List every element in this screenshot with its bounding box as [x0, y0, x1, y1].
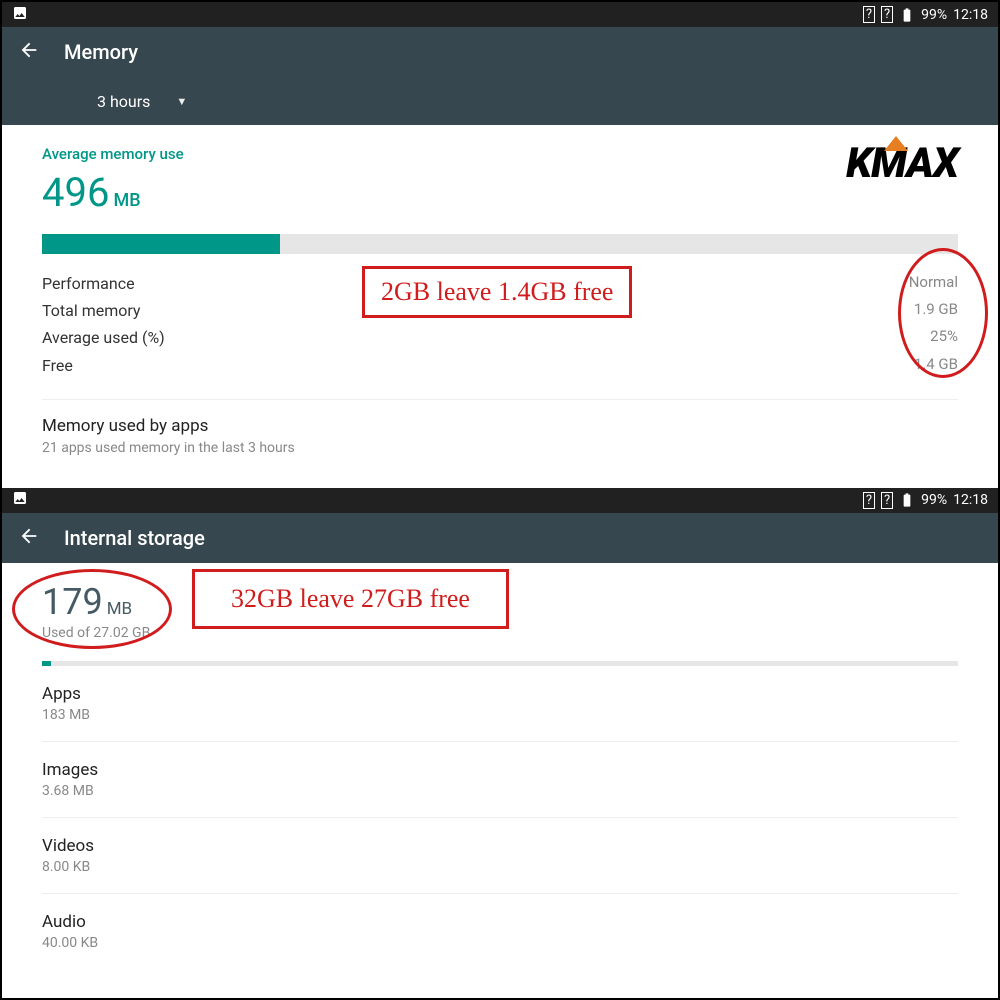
- memory-screenshot: ? ? 99% 12:18 Memory 3 hours ▼ KMAX Aver…: [2, 2, 998, 480]
- memory-stats: 2GB leave 1.4GB free PerformanceNormal T…: [42, 270, 958, 400]
- back-button[interactable]: [18, 525, 40, 551]
- storage-item-images[interactable]: Images 3.68 MB: [42, 742, 958, 818]
- annotation-circle-memory: [898, 248, 988, 378]
- storage-item-videos[interactable]: Videos 8.00 KB: [42, 818, 958, 894]
- stat-avg-used: Average used (%)25%: [42, 324, 958, 351]
- clock-time: 12:18: [953, 7, 988, 23]
- storage-item-apps[interactable]: Apps 183 MB: [42, 666, 958, 742]
- memory-progress-bar: [42, 234, 958, 254]
- storage-header: 32GB leave 27GB free 179MB Used of 27.02…: [2, 563, 998, 641]
- image-icon: [12, 490, 28, 510]
- storage-item-audio[interactable]: Audio 40.00 KB: [42, 894, 958, 969]
- clock-time: 12:18: [953, 492, 988, 508]
- logo-triangle-icon: [884, 136, 908, 151]
- avg-memory-value: 496MB: [42, 169, 958, 216]
- period-label: 3 hours: [97, 92, 150, 111]
- status-bar: ? ? 99% 12:18: [2, 488, 998, 513]
- memory-progress-fill: [42, 234, 280, 254]
- battery-icon: [899, 492, 915, 508]
- storage-list: Apps 183 MB Images 3.68 MB Videos 8.00 K…: [42, 666, 958, 969]
- storage-progress-bar: [42, 661, 958, 666]
- battery-icon: [899, 7, 915, 23]
- storage-progress-fill: [42, 661, 51, 666]
- battery-percentage: 99%: [921, 492, 947, 508]
- storage-screenshot: ? ? 99% 12:18 Internal storage 32GB leav…: [2, 488, 998, 969]
- annotation-memory: 2GB leave 1.4GB free: [362, 266, 632, 318]
- back-button[interactable]: [18, 39, 40, 65]
- period-dropdown[interactable]: 3 hours ▼: [2, 77, 998, 125]
- page-title: Internal storage: [64, 526, 205, 550]
- notification-icon: ?: [881, 492, 893, 509]
- app-bar: Internal storage: [2, 513, 998, 563]
- image-icon: [12, 5, 28, 25]
- chevron-down-icon: ▼: [176, 95, 187, 108]
- annotation-storage: 32GB leave 27GB free: [192, 569, 509, 629]
- avg-memory-label: Average memory use: [42, 145, 958, 163]
- stat-free: Free1.4 GB: [42, 352, 958, 379]
- notification-icon: ?: [863, 492, 875, 509]
- page-title: Memory: [64, 40, 138, 64]
- apps-used-title: Memory used by apps: [42, 416, 958, 436]
- notification-icon: ?: [863, 6, 875, 23]
- kmax-logo: KMAX: [846, 139, 958, 188]
- battery-percentage: 99%: [921, 7, 947, 23]
- notification-icon: ?: [881, 6, 893, 23]
- memory-used-by-apps[interactable]: Memory used by apps 21 apps used memory …: [42, 400, 958, 480]
- apps-used-subtitle: 21 apps used memory in the last 3 hours: [42, 440, 958, 456]
- app-bar: Memory: [2, 27, 998, 77]
- status-bar: ? ? 99% 12:18: [2, 2, 998, 27]
- annotation-circle-storage: [12, 569, 172, 649]
